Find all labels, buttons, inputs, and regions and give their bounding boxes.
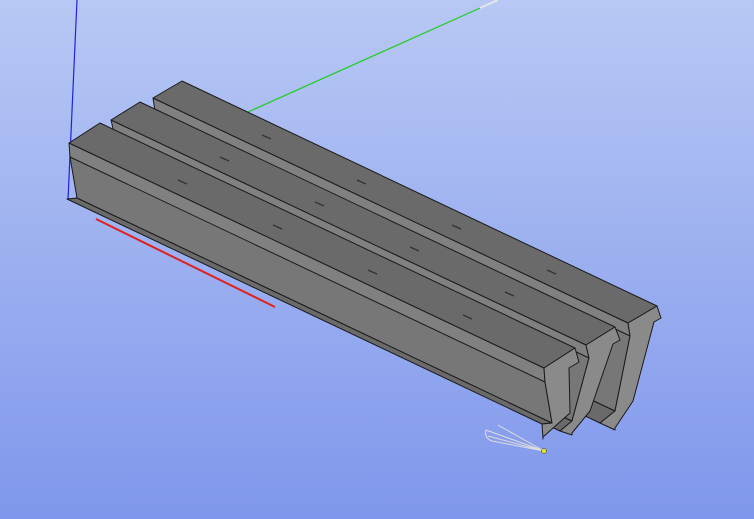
3d-viewport[interactable] bbox=[0, 0, 754, 519]
scene-canvas[interactable] bbox=[0, 0, 754, 519]
